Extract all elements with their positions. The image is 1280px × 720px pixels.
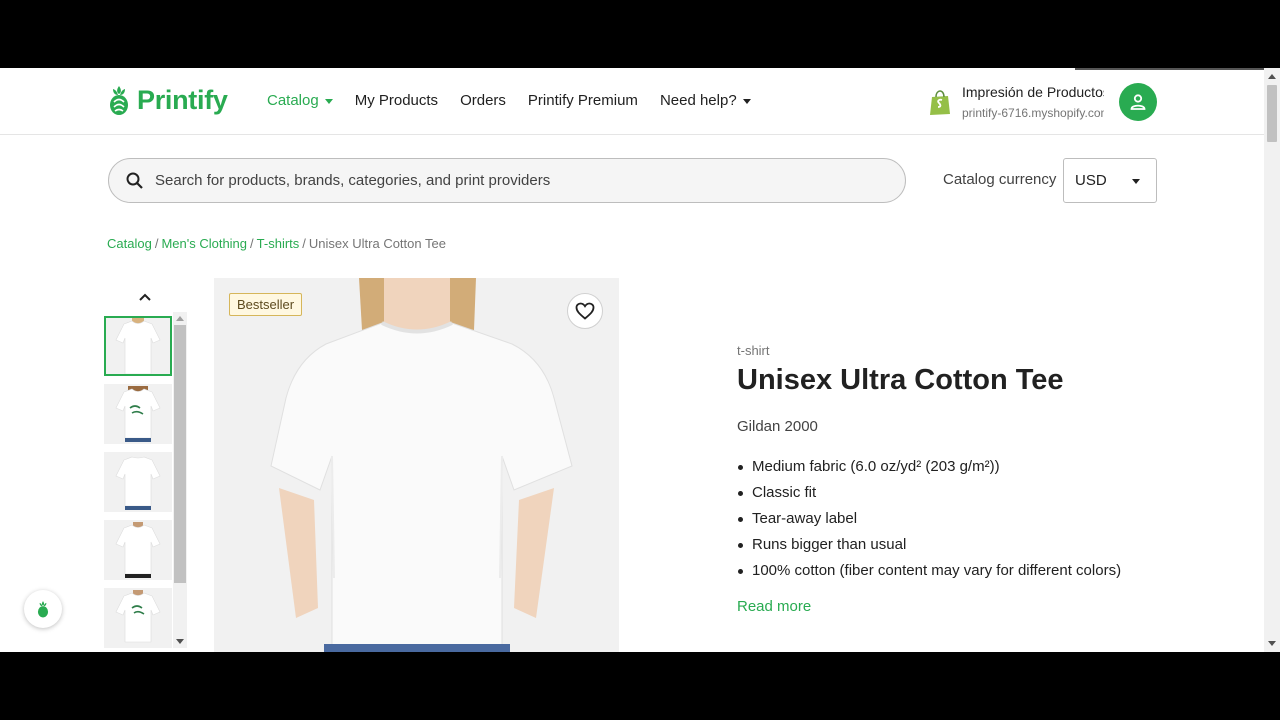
- scroll-down-arrow-icon[interactable]: [176, 639, 184, 644]
- search-input[interactable]: [155, 172, 895, 189]
- currency-value: USD: [1075, 172, 1107, 189]
- thumbnail-5[interactable]: [104, 588, 172, 648]
- main-product-image[interactable]: Bestseller: [214, 278, 619, 652]
- product-title: Unisex Ultra Cotton Tee: [737, 364, 1064, 396]
- feature-item: Classic fit: [737, 480, 1121, 506]
- help-chat-button[interactable]: [24, 590, 62, 628]
- tshirt-product-photo: [270, 278, 573, 652]
- breadcrumb-separator: /: [250, 236, 254, 251]
- nav-need-help[interactable]: Need help?: [660, 92, 751, 109]
- thumbnail-1[interactable]: [104, 316, 172, 376]
- tshirt-model-thumbnail-image: [115, 522, 161, 578]
- thumbnail-scrollbar[interactable]: [173, 312, 187, 648]
- feature-item: Runs bigger than usual: [737, 532, 1121, 558]
- breadcrumb-mens-clothing[interactable]: Men's Clothing: [161, 236, 247, 251]
- breadcrumb-catalog[interactable]: Catalog: [107, 236, 152, 251]
- tshirt-thumbnail-image: [115, 318, 161, 374]
- tshirt-back-thumbnail-image: [115, 456, 161, 510]
- feature-item: Tear-away label: [737, 506, 1121, 532]
- store-name: Impresión de Productos: [962, 84, 1104, 100]
- shopify-bag-icon: [930, 90, 950, 115]
- nav-printify-premium[interactable]: Printify Premium: [528, 92, 638, 109]
- thumbnail-scrollbar-thumb[interactable]: [174, 325, 186, 583]
- pineapple-logo-icon: [37, 601, 49, 618]
- tshirt-printed-model-thumbnail-image: [115, 590, 161, 643]
- chevron-down-icon: [742, 99, 751, 104]
- pineapple-logo-icon: [110, 86, 128, 115]
- product-brand: Gildan 2000: [737, 418, 818, 435]
- search-icon: [126, 172, 143, 189]
- chevron-up-icon: [139, 293, 151, 301]
- top-header: Printify Catalog My Products Orders Prin…: [0, 68, 1264, 135]
- breadcrumb: Catalog / Men's Clothing / T-shirts / Unisex U…: [107, 236, 446, 251]
- nav-orders[interactable]: Orders: [460, 92, 506, 109]
- feature-list: Medium fabric (6.0 oz/yd² (203 g/m²)) Cl…: [737, 454, 1121, 584]
- page-scrollbar[interactable]: [1264, 68, 1280, 652]
- user-icon: [1130, 94, 1146, 110]
- breadcrumb-separator: /: [154, 236, 159, 251]
- nav-catalog-label: Catalog: [267, 92, 319, 109]
- store-info: Impresión de Productos printify-6716.mys…: [962, 82, 1104, 122]
- currency-select[interactable]: USD: [1063, 158, 1157, 203]
- product-type: t-shirt: [737, 343, 770, 358]
- scroll-up-arrow-icon[interactable]: [176, 316, 184, 321]
- breadcrumb-separator: /: [302, 236, 306, 251]
- thumbnail-3[interactable]: [104, 452, 172, 512]
- currency-label: Catalog currency: [943, 171, 1057, 188]
- nav-need-help-label: Need help?: [659, 92, 737, 109]
- scroll-down-arrow-icon[interactable]: [1268, 641, 1276, 646]
- favorite-button[interactable]: [567, 293, 603, 329]
- page-scrollbar-thumb[interactable]: [1267, 85, 1277, 142]
- divider: [1075, 68, 1280, 70]
- thumbnail-2[interactable]: [104, 384, 172, 444]
- chevron-down-icon: [1132, 179, 1140, 184]
- heart-icon: [575, 302, 595, 320]
- nav-my-products-label: My Products: [354, 92, 439, 109]
- thumbnail-list: [104, 314, 172, 652]
- nav-my-products[interactable]: My Products: [355, 92, 438, 109]
- logo-wordmark: Printify: [137, 84, 228, 115]
- tshirt-printed-thumbnail-image: [115, 386, 161, 442]
- bestseller-badge: Bestseller: [229, 293, 303, 316]
- thumbnail-4[interactable]: [104, 520, 172, 580]
- breadcrumb-current: Unisex Ultra Cotton Tee: [308, 236, 446, 251]
- account-button[interactable]: [1119, 83, 1157, 121]
- nav-orders-label: Orders: [460, 92, 506, 109]
- nav-printify-premium-label: Printify Premium: [527, 92, 638, 109]
- store-switcher[interactable]: Impresión de Productos printify-6716.mys…: [928, 82, 1104, 122]
- store-url: printify-6716.myshopify.com: [962, 106, 1104, 120]
- chevron-down-icon: [324, 99, 333, 104]
- page-viewport: Printify Catalog My Products Orders Prin…: [0, 68, 1280, 652]
- search-bar[interactable]: [108, 158, 906, 203]
- printify-logo[interactable]: Printify: [107, 84, 228, 116]
- main-nav: Catalog My Products Orders Printify Prem…: [267, 92, 751, 109]
- read-more-link[interactable]: Read more: [737, 598, 811, 615]
- thumbnails-up-button[interactable]: [138, 290, 152, 304]
- feature-item: Medium fabric (6.0 oz/yd² (203 g/m²)): [737, 454, 1121, 480]
- feature-item: 100% cotton (fiber content may vary for …: [737, 558, 1121, 584]
- nav-catalog[interactable]: Catalog: [267, 92, 333, 109]
- breadcrumb-t-shirts[interactable]: T-shirts: [257, 236, 300, 251]
- scroll-up-arrow-icon[interactable]: [1268, 74, 1276, 79]
